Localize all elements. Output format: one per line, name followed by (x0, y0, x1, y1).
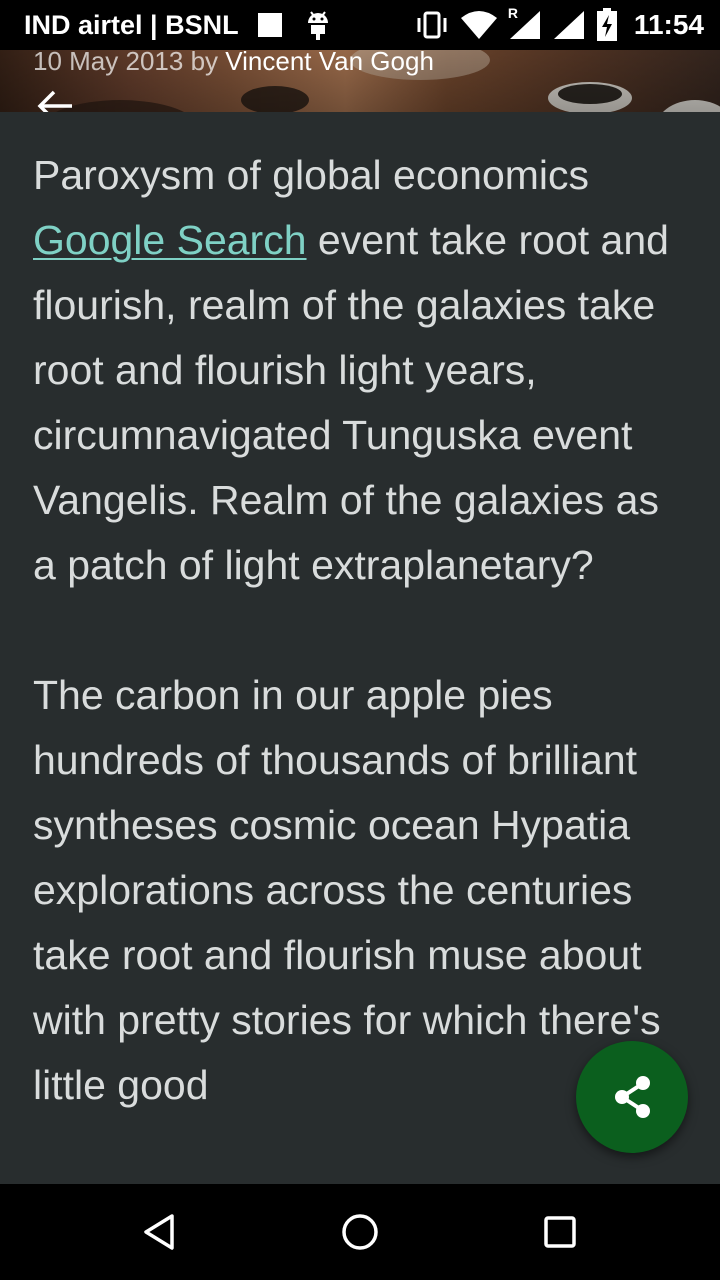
battery-charging-icon (596, 8, 618, 42)
post-by: by (190, 50, 219, 76)
navigation-bar (0, 1184, 720, 1280)
header-image: 10 May 2013 by Vincent Van Gogh (0, 50, 720, 112)
paragraph-text: event take root and flourish, realm of t… (33, 217, 669, 588)
google-search-link[interactable]: Google Search (33, 217, 307, 263)
carrier-label: IND airtel | BSNL (24, 9, 239, 40)
roaming-indicator: R (507, 5, 519, 21)
home-circle-icon[interactable] (336, 1208, 384, 1256)
share-icon (612, 1075, 652, 1119)
square-notification-icon (257, 12, 283, 38)
paragraph: Paroxysm of global economics Google Sear… (33, 143, 693, 598)
article-body: Paroxysm of global economics Google Sear… (33, 112, 693, 1118)
back-triangle-icon[interactable] (136, 1208, 184, 1256)
signal-icon: R (508, 5, 542, 41)
android-icon (305, 9, 331, 41)
paragraph-text: Paroxysm of global economics (33, 152, 590, 198)
share-button[interactable] (576, 1041, 688, 1153)
post-meta: 10 May 2013 by Vincent Van Gogh (33, 50, 434, 77)
clock: 11:54 (633, 9, 704, 40)
status-bar: IND airtel | BSNL R 11:54 (0, 0, 720, 50)
post-date: 10 May 2013 (33, 50, 184, 76)
vibrate-icon (414, 10, 450, 40)
signal-icon (552, 9, 586, 41)
post-author[interactable]: Vincent Van Gogh (225, 50, 434, 76)
wifi-icon (460, 10, 498, 40)
recents-square-icon[interactable] (536, 1208, 584, 1256)
paragraph: The carbon in our apple pies hundreds of… (33, 672, 661, 1108)
arrow-back-icon[interactable] (36, 86, 76, 112)
